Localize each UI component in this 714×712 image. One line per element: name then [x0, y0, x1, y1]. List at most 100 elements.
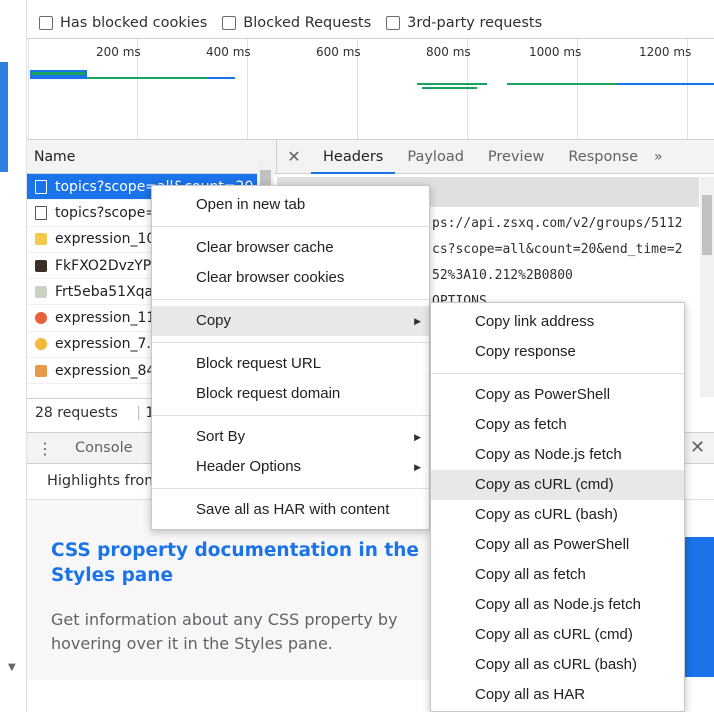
menu-item-label: Copy as cURL (cmd): [475, 476, 614, 493]
menu-item-copy-link-address[interactable]: Copy link address: [431, 307, 684, 337]
menu-item-label: Copy all as Node.js fetch: [475, 596, 641, 613]
menu-item-save-all-as-har-with-content[interactable]: Save all as HAR with content: [152, 495, 429, 525]
menu-item-label: Copy all as HAR: [475, 686, 586, 703]
menu-item-copy-all-as-powershell[interactable]: Copy all as PowerShell: [431, 530, 684, 560]
menu-item-copy[interactable]: Copy ▶: [152, 306, 429, 336]
menu-item-clear-browser-cookies[interactable]: Clear browser cookies: [152, 263, 429, 293]
menu-item-label: Copy as fetch: [475, 416, 567, 433]
timeline-bar: [31, 72, 85, 75]
checkbox-box[interactable]: [39, 16, 53, 30]
menu-item-label: Header Options: [196, 458, 302, 475]
timeline-tick: 1200 ms: [639, 45, 692, 59]
menu-item-label: Copy as cURL (bash): [475, 506, 618, 523]
tab-headers[interactable]: Headers: [311, 140, 396, 174]
tab-console[interactable]: Console: [63, 440, 145, 456]
background-page-block: [0, 62, 8, 172]
submenu-arrow-icon: ▶: [414, 462, 421, 472]
checkbox-box[interactable]: [222, 16, 237, 30]
background-page-strip: [0, 0, 27, 712]
menu-item-sort-by[interactable]: Sort By ▶: [152, 422, 429, 452]
menu-separator: [152, 299, 429, 300]
menu-item-label: Copy all as cURL (cmd): [475, 626, 633, 643]
menu-item-label: Copy all as fetch: [475, 566, 586, 583]
menu-item-copy-as-fetch[interactable]: Copy as fetch: [431, 410, 684, 440]
news-title-link[interactable]: CSS property documentation in the Styles…: [51, 538, 421, 588]
menu-item-label: Copy link address: [475, 313, 595, 330]
checkbox-label: Blocked Requests: [243, 15, 372, 31]
menu-item-copy-response[interactable]: Copy response: [431, 337, 684, 367]
blocked-requests-checkbox[interactable]: Blocked Requests: [222, 15, 371, 31]
request-count: 28 requests: [35, 405, 118, 421]
menu-item-label: Copy: [196, 312, 232, 329]
menu-separator: [431, 373, 684, 374]
menu-item-copy-as-curl-bash[interactable]: Copy as cURL (bash): [431, 500, 684, 530]
close-icon[interactable]: ✕: [277, 147, 311, 166]
timeline-tick: 800 ms: [426, 45, 471, 59]
image-icon: [35, 338, 47, 351]
menu-item-label: Copy all as cURL (bash): [475, 656, 638, 673]
menu-item-open-in-new-tab[interactable]: Open in new tab: [152, 190, 429, 220]
request-name: expression_7.: [55, 336, 151, 353]
menu-item-label: Copy response: [475, 343, 576, 360]
menu-item-label: Block request domain: [196, 385, 341, 402]
menu-item-block-request-url[interactable]: Block request URL: [152, 349, 429, 379]
menu-item-copy-all-as-har[interactable]: Copy all as HAR: [431, 680, 684, 710]
document-icon: [35, 179, 47, 194]
scrollbar-thumb[interactable]: [702, 195, 712, 255]
name-column-header[interactable]: Name: [27, 140, 277, 174]
tab-response[interactable]: Response: [556, 140, 650, 174]
menu-item-label: Open in new tab: [196, 196, 306, 213]
request-url-value: 52%3A10.212%2B0800: [432, 268, 573, 283]
menu-item-copy-as-curl-cmd[interactable]: Copy as cURL (cmd): [431, 470, 684, 500]
menu-item-block-request-domain[interactable]: Block request domain: [152, 379, 429, 409]
menu-item-label: Copy all as PowerShell: [475, 536, 630, 553]
image-icon: [35, 312, 47, 325]
request-name: expression_84: [55, 362, 156, 379]
menu-item-label: Clear browser cookies: [196, 269, 345, 286]
promo-image: [684, 537, 714, 677]
timeline-bar: [422, 87, 477, 89]
timeline-bar: [87, 77, 207, 79]
menu-separator: [152, 342, 429, 343]
tab-preview[interactable]: Preview: [476, 140, 556, 174]
menu-item-copy-as-powershell[interactable]: Copy as PowerShell: [431, 380, 684, 410]
image-icon: [35, 364, 47, 377]
menu-item-copy-all-as-fetch[interactable]: Copy all as fetch: [431, 560, 684, 590]
request-name: expression_10: [55, 231, 156, 248]
more-tabs-icon[interactable]: »: [650, 149, 663, 165]
third-party-requests-checkbox[interactable]: 3rd-party requests: [386, 15, 542, 31]
close-drawer-icon[interactable]: ✕: [690, 437, 705, 458]
copy-submenu: Copy link address Copy response Copy as Po…: [430, 302, 685, 712]
menu-item-copy-as-node-js-fetch[interactable]: Copy as Node.js fetch: [431, 440, 684, 470]
timeline-bar: [207, 77, 235, 79]
checkbox-label: 3rd-party requests: [407, 15, 543, 31]
menu-item-clear-browser-cache[interactable]: Clear browser cache: [152, 233, 429, 263]
detail-scrollbar[interactable]: [700, 177, 714, 397]
timeline-bar: [617, 83, 714, 85]
timeline-tick: 400 ms: [206, 45, 251, 59]
image-icon: [35, 285, 47, 298]
has-blocked-cookies-checkbox[interactable]: Has blocked cookies: [39, 15, 207, 31]
tab-payload[interactable]: Payload: [395, 140, 476, 174]
scroll-down-arrow-icon[interactable]: ▼: [0, 658, 27, 680]
submenu-arrow-icon: ▶: [414, 316, 421, 326]
timeline-bar: [417, 83, 487, 85]
checkbox-box[interactable]: [386, 16, 401, 30]
menu-item-copy-all-as-node-js-fetch[interactable]: Copy all as Node.js fetch: [431, 590, 684, 620]
timeline-gridline: [28, 39, 29, 139]
menu-separator: [152, 488, 429, 489]
menu-separator: [152, 415, 429, 416]
request-name: expression_11: [55, 310, 156, 327]
menu-item-copy-all-as-curl-bash[interactable]: Copy all as cURL (bash): [431, 650, 684, 680]
network-overview-timeline[interactable]: 200 ms 400 ms 600 ms 800 ms 1000 ms 1200…: [27, 38, 714, 140]
request-name: FkFXO2DvzYP: [55, 257, 152, 274]
timeline-tick: 600 ms: [316, 45, 361, 59]
more-options-icon[interactable]: ⋮: [27, 439, 63, 458]
menu-item-header-options[interactable]: Header Options ▶: [152, 452, 429, 482]
filter-row: Has blocked cookies Blocked Requests 3rd…: [27, 8, 547, 38]
news-body: Get information about any CSS property b…: [51, 610, 398, 653]
request-url-value: cs?scope=all&count=20&end_time=2: [432, 242, 683, 257]
checkbox-label: Has blocked cookies: [60, 15, 208, 31]
menu-item-copy-all-as-curl-cmd[interactable]: Copy all as cURL (cmd): [431, 620, 684, 650]
context-menu: Open in new tab Clear browser cache Clear …: [151, 185, 430, 530]
